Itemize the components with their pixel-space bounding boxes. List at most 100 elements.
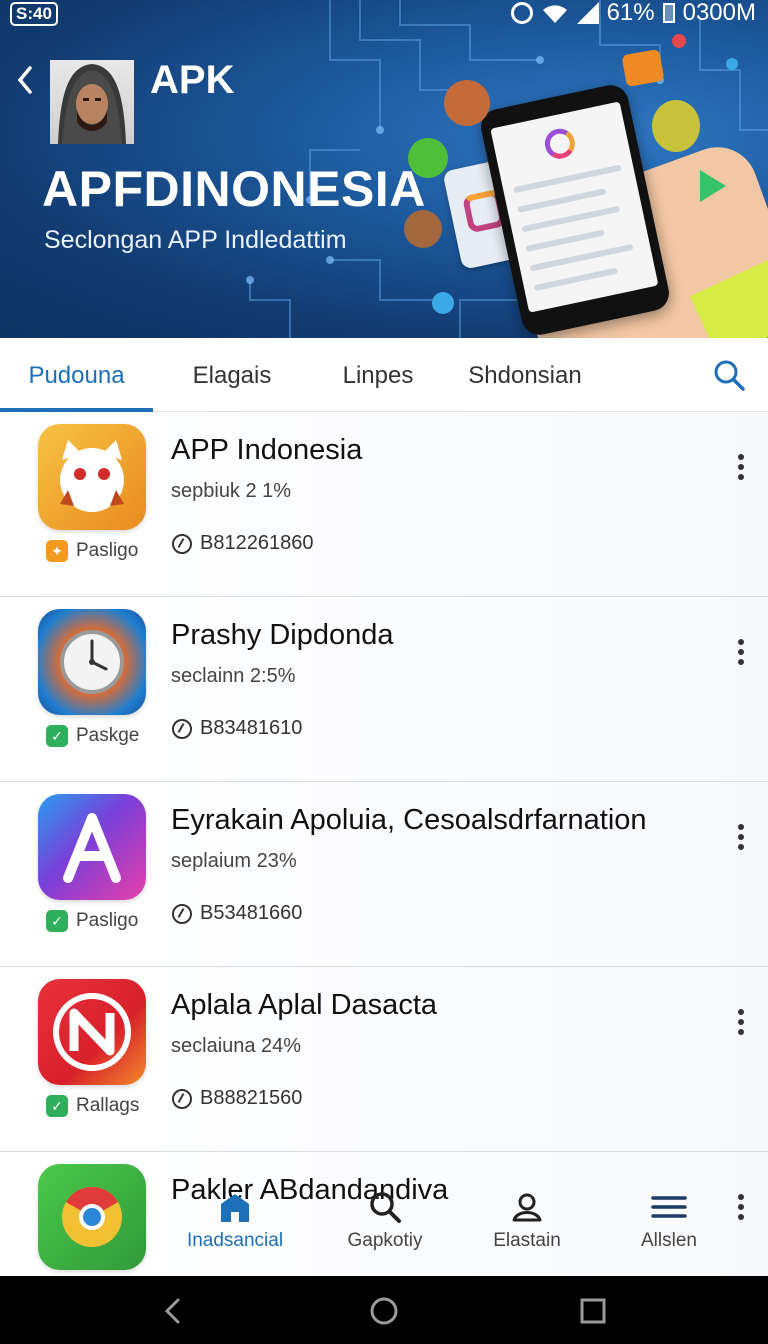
app-title: Prashy Dipdonda xyxy=(171,619,394,651)
letter-a-icon xyxy=(38,794,146,900)
play-store-icon xyxy=(700,170,726,202)
nav-item-search[interactable]: Gapkotiy xyxy=(330,1190,440,1268)
battery-percent: 61% xyxy=(606,0,655,26)
person-photo-icon xyxy=(58,64,126,144)
nav-label: Inadsancial xyxy=(186,1230,284,1251)
battery-icon xyxy=(662,3,675,23)
bottom-navigation: Inadsancial Gapkotiy Elastain Allslen xyxy=(150,1190,740,1270)
list-item[interactable]: ✓ Pasligo Eyrakain Apoluia, Cesoalsdrfar… xyxy=(0,782,768,967)
menu-icon xyxy=(651,1196,687,1218)
phone-row xyxy=(517,188,607,213)
status-bar: S:40 61% 0300M xyxy=(0,0,768,30)
monster-mascot-icon xyxy=(444,80,490,126)
status-badge: ✓ Rallags xyxy=(46,1095,139,1117)
info-circle-icon xyxy=(172,1088,192,1109)
app-subtitle: seclainn 2:5% xyxy=(171,665,296,687)
more-options-icon[interactable] xyxy=(734,824,748,858)
app-code-value: B83481610 xyxy=(200,717,303,739)
more-options-icon[interactable] xyxy=(734,454,748,488)
info-circle-icon xyxy=(172,903,192,924)
letter-n-icon xyxy=(38,979,146,1085)
page-subtitle: Seclongan APP Indledattim xyxy=(44,226,347,254)
tab-pudouna[interactable]: Pudouna xyxy=(0,338,153,412)
network-speed: 0300M xyxy=(682,0,756,26)
monster-mascot-icon xyxy=(652,100,700,152)
nav-label: Gapkotiy xyxy=(347,1230,423,1251)
status-badge: ✦ Pasligo xyxy=(46,540,138,562)
nav-label: Allslen xyxy=(641,1230,697,1251)
check-icon: ✓ xyxy=(46,725,68,747)
system-home-icon[interactable] xyxy=(369,1296,399,1326)
system-recents-icon[interactable] xyxy=(578,1296,608,1326)
status-badge: ✓ Paskge xyxy=(46,725,139,747)
app-title: Eyrakain Apoluia, Cesoalsdrfarnation xyxy=(171,804,647,836)
flame-icon: ✦ xyxy=(46,540,68,562)
list-item[interactable]: ✓ Paskge Prashy Dipdonda seclainn 2:5% B… xyxy=(0,597,768,782)
app-code: B83481610 xyxy=(172,717,302,740)
robot-mascot-icon xyxy=(404,210,442,248)
badge-label: Pasligo xyxy=(76,910,139,931)
clock-icon xyxy=(38,609,146,715)
check-icon: ✓ xyxy=(46,1095,68,1117)
tab-elagais[interactable]: Elagais xyxy=(162,338,302,412)
phone-screen xyxy=(490,101,659,313)
app-logo-icon xyxy=(542,125,578,162)
phone-row xyxy=(533,267,619,292)
robot-mascot-icon xyxy=(408,138,448,178)
search-icon xyxy=(370,1192,401,1223)
system-back-icon[interactable] xyxy=(158,1296,188,1326)
app-list: ✦ Pasligo APP Indonesia sepbiuk 2 1% B81… xyxy=(0,412,768,1276)
phone-row xyxy=(525,229,605,252)
browser-icon xyxy=(38,1164,146,1270)
tab-bar: Pudouna Elagais Linpes Shdonsian xyxy=(0,338,768,412)
back-arrow-icon[interactable] xyxy=(12,62,38,98)
cat-face-icon xyxy=(38,424,146,530)
nav-item-home[interactable]: Inadsancial xyxy=(180,1190,290,1268)
app-title: Aplala Aplal Dasacta xyxy=(171,989,437,1021)
dot-icon xyxy=(726,58,738,70)
nav-item-profile[interactable]: Elastain xyxy=(472,1190,582,1268)
system-navigation-bar xyxy=(0,1276,768,1344)
app-subtitle: sepbiuk 2 1% xyxy=(171,480,292,502)
more-options-icon[interactable] xyxy=(734,639,748,673)
tab-shdonsian[interactable]: Shdonsian xyxy=(455,338,595,412)
status-time: S:40 xyxy=(10,2,58,26)
video-play-icon xyxy=(621,48,665,88)
app-code-value: B812261860 xyxy=(200,532,314,554)
more-options-icon[interactable] xyxy=(734,1009,748,1043)
signal-icon xyxy=(576,2,599,24)
avatar[interactable] xyxy=(50,60,134,144)
nav-item-menu[interactable]: Allslen xyxy=(614,1190,724,1268)
badge-label: Rallags xyxy=(76,1095,140,1116)
hero-banner: S:40 61% 0300M APK APFDINONESIA Seclonga… xyxy=(0,0,768,338)
phone-row xyxy=(512,164,622,194)
brand-label: APK xyxy=(150,58,235,102)
app-code-value: B53481660 xyxy=(200,902,303,924)
app-subtitle: seplaium 23% xyxy=(171,850,297,872)
app-subtitle: seclaiuna 24% xyxy=(171,1035,302,1057)
app-code: B88821560 xyxy=(172,1087,302,1110)
list-item[interactable]: ✓ Rallags Aplala Aplal Dasacta seclaiuna… xyxy=(0,967,768,1152)
info-circle-icon xyxy=(172,533,192,554)
status-badge: ✓ Pasligo xyxy=(46,910,138,932)
page-title: APFDINONESIA xyxy=(42,161,426,217)
bubble-icon xyxy=(432,292,454,314)
app-code-value: B88821560 xyxy=(200,1087,303,1109)
app-code: B812261860 xyxy=(172,532,313,555)
search-icon[interactable] xyxy=(712,358,746,392)
badge-label: Pasligo xyxy=(76,540,139,561)
badge-label: Paskge xyxy=(76,725,140,746)
list-item[interactable]: ✦ Pasligo APP Indonesia sepbiuk 2 1% B81… xyxy=(0,412,768,597)
tab-linpes[interactable]: Linpes xyxy=(310,338,446,412)
info-circle-icon xyxy=(172,718,192,739)
dot-icon xyxy=(672,34,686,48)
app-code: B53481660 xyxy=(172,902,302,925)
app-title: APP Indonesia xyxy=(171,434,363,466)
phone-row xyxy=(521,205,621,233)
user-icon xyxy=(512,1193,542,1222)
wifi-icon xyxy=(542,5,567,23)
status-icons: 61% 0300M xyxy=(510,0,756,26)
alarm-icon xyxy=(510,2,533,24)
home-icon xyxy=(221,1194,249,1222)
check-icon: ✓ xyxy=(46,910,68,932)
